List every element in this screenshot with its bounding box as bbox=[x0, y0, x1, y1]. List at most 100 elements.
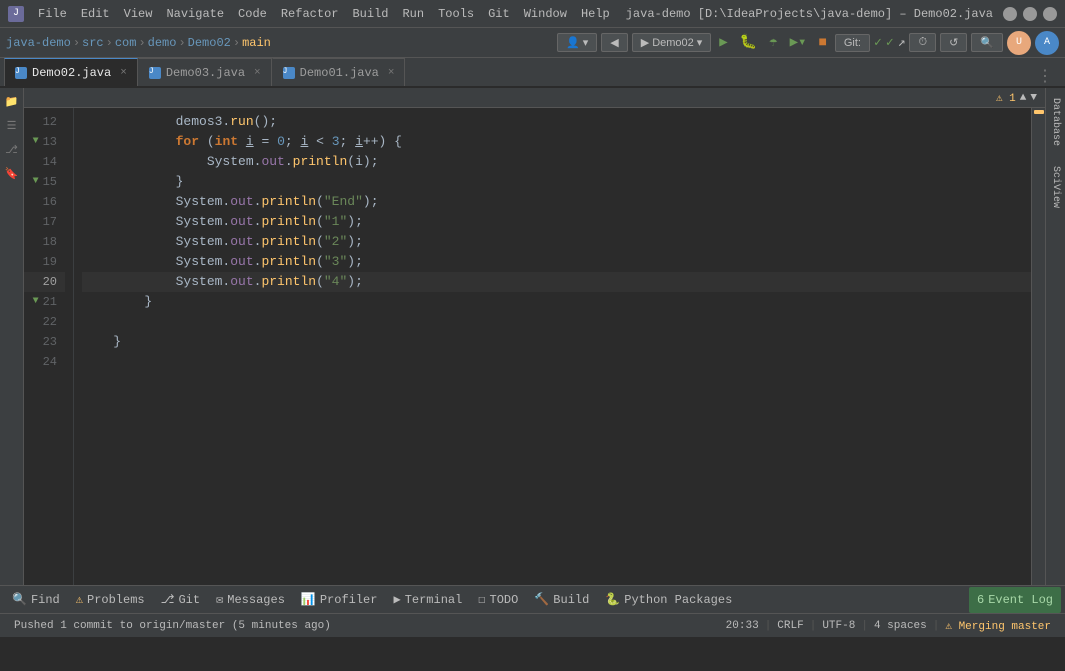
messages-icon: ✉ bbox=[216, 592, 223, 607]
window-title: java-demo [D:\IdeaProjects\java-demo] – … bbox=[616, 7, 1003, 21]
code-line-16: System.out.println("End"); bbox=[82, 192, 1031, 212]
event-log-count: 6 bbox=[977, 593, 984, 607]
event-log-button[interactable]: 6 Event Log bbox=[969, 587, 1061, 613]
menu-run[interactable]: Run bbox=[396, 5, 430, 23]
tab-demo03[interactable]: J Demo03.java × bbox=[138, 58, 272, 86]
status-charset[interactable]: UTF-8 bbox=[816, 620, 861, 632]
code-line-22 bbox=[82, 312, 1031, 332]
run-more-button[interactable]: ▶▾ bbox=[786, 34, 811, 51]
tool-python[interactable]: 🐍 Python Packages bbox=[597, 587, 740, 613]
menu-file[interactable]: File bbox=[32, 5, 73, 23]
debug-button[interactable]: 🐛 bbox=[736, 34, 761, 51]
minimize-button[interactable] bbox=[1003, 7, 1017, 21]
line-num-19: 19 bbox=[24, 252, 65, 272]
status-position[interactable]: 20:33 bbox=[720, 620, 765, 632]
menu-bar[interactable]: File Edit View Navigate Code Refactor Bu… bbox=[32, 5, 616, 23]
tool-messages[interactable]: ✉ Messages bbox=[208, 587, 293, 613]
tool-terminal[interactable]: ▶ Terminal bbox=[385, 587, 470, 613]
menu-view[interactable]: View bbox=[118, 5, 159, 23]
todo-icon: ☐ bbox=[478, 592, 485, 607]
sidebar-icon-project[interactable]: 📁 bbox=[2, 92, 22, 112]
tool-git[interactable]: ⎇ Git bbox=[153, 587, 208, 613]
code-line-12: demos3.run(); bbox=[82, 112, 1031, 132]
code-content[interactable]: demos3.run(); for (int i = 0; i < 3; i++… bbox=[74, 108, 1031, 585]
tabs-row: J Demo02.java × J Demo03.java × J Demo01… bbox=[0, 58, 1065, 88]
run-button[interactable]: ▶ bbox=[715, 34, 731, 51]
fold-icon-21[interactable]: ▼ bbox=[33, 292, 39, 312]
status-indent[interactable]: 4 spaces bbox=[868, 620, 933, 632]
breadcrumb-com[interactable]: com bbox=[115, 36, 137, 50]
menu-build[interactable]: Build bbox=[346, 5, 394, 23]
title-bar: J File Edit View Navigate Code Refactor … bbox=[0, 0, 1065, 28]
right-panel-sciview[interactable]: SciView bbox=[1048, 160, 1063, 214]
warning-expand[interactable]: ▲ bbox=[1020, 92, 1027, 104]
sidebar-icon-structure[interactable]: ☰ bbox=[2, 116, 22, 136]
menu-window[interactable]: Window bbox=[518, 5, 573, 23]
vcs-button[interactable]: 👤 ▾ bbox=[557, 33, 597, 52]
maximize-button[interactable] bbox=[1023, 7, 1037, 21]
warning-collapse[interactable]: ▼ bbox=[1030, 92, 1037, 104]
tool-todo-label: TODO bbox=[490, 593, 519, 607]
search-button[interactable]: 🔍 bbox=[971, 33, 1003, 52]
tab-demo01[interactable]: J Demo01.java × bbox=[272, 58, 406, 86]
code-line-20: System.out.println("4"); bbox=[82, 272, 1031, 292]
run-coverage-button[interactable]: ☂ bbox=[765, 34, 781, 51]
status-git-message[interactable]: Pushed 1 commit to origin/master (5 minu… bbox=[8, 620, 337, 632]
sidebar-icon-bookmarks[interactable]: 🔖 bbox=[2, 164, 22, 184]
close-button[interactable] bbox=[1043, 7, 1057, 21]
menu-refactor[interactable]: Refactor bbox=[275, 5, 345, 23]
breadcrumb-demo[interactable]: demo bbox=[148, 36, 177, 50]
tab-label-demo03: Demo03.java bbox=[166, 66, 245, 80]
tab-close-demo02[interactable]: × bbox=[120, 67, 127, 79]
git-branch[interactable]: ↗ bbox=[898, 35, 906, 50]
warning-badge[interactable]: ⚠ 1 bbox=[996, 91, 1016, 105]
tool-find[interactable]: 🔍 Find bbox=[4, 587, 68, 613]
history-button[interactable]: ⏱ bbox=[909, 33, 936, 52]
tabs-more-button[interactable]: ⋮ bbox=[1029, 66, 1061, 86]
assistant-avatar[interactable]: A bbox=[1035, 31, 1059, 55]
menu-git[interactable]: Git bbox=[482, 5, 516, 23]
tool-todo[interactable]: ☐ TODO bbox=[470, 587, 526, 613]
user-avatar[interactable]: U bbox=[1007, 31, 1031, 55]
menu-help[interactable]: Help bbox=[575, 5, 616, 23]
tool-python-label: Python Packages bbox=[624, 593, 732, 607]
window-controls[interactable] bbox=[1003, 7, 1057, 21]
undo-button[interactable]: ↺ bbox=[940, 33, 967, 52]
tool-problems[interactable]: ⚠ Problems bbox=[68, 587, 153, 613]
menu-code[interactable]: Code bbox=[232, 5, 273, 23]
breadcrumb-file[interactable]: Demo02 bbox=[188, 36, 231, 50]
run-config-dropdown[interactable]: ▶ Demo02 ▾ bbox=[632, 33, 712, 52]
toolbar: java-demo › src › com › demo › Demo02 › … bbox=[0, 28, 1065, 58]
stop-button[interactable]: ■ bbox=[814, 35, 830, 51]
tab-close-demo01[interactable]: × bbox=[388, 67, 395, 79]
git-checkmark1[interactable]: ✓ bbox=[874, 35, 882, 50]
menu-tools[interactable]: Tools bbox=[432, 5, 480, 23]
tab-label-demo01: Demo01.java bbox=[300, 66, 379, 80]
code-line-13: for (int i = 0; i < 3; i++) { bbox=[82, 132, 1031, 152]
git-label[interactable]: Git: bbox=[835, 34, 870, 52]
tool-profiler[interactable]: 📊 Profiler bbox=[293, 587, 386, 613]
right-panel-database[interactable]: Database bbox=[1048, 92, 1063, 152]
breadcrumb-method[interactable]: main bbox=[242, 36, 271, 50]
fold-icon-13[interactable]: ▼ bbox=[33, 132, 39, 152]
editor-scrollbar[interactable] bbox=[1031, 108, 1045, 585]
tool-problems-label: Problems bbox=[87, 593, 145, 607]
breadcrumb-src[interactable]: src bbox=[82, 36, 104, 50]
back-button[interactable]: ◀ bbox=[601, 33, 627, 52]
menu-edit[interactable]: Edit bbox=[75, 5, 116, 23]
right-sidebar: Database SciView bbox=[1045, 88, 1065, 585]
git-checkmark2[interactable]: ✓ bbox=[886, 35, 894, 50]
breadcrumb-project[interactable]: java-demo bbox=[6, 36, 71, 50]
menu-navigate[interactable]: Navigate bbox=[160, 5, 230, 23]
tab-close-demo03[interactable]: × bbox=[254, 67, 261, 79]
title-bar-left: J File Edit View Navigate Code Refactor … bbox=[8, 5, 616, 23]
tab-demo02[interactable]: J Demo02.java × bbox=[4, 58, 138, 86]
tool-git-label: Git bbox=[178, 593, 200, 607]
status-line-ending[interactable]: CRLF bbox=[771, 620, 809, 632]
tool-build-label: Build bbox=[553, 593, 589, 607]
sidebar-icon-commit[interactable]: ⎇ bbox=[2, 140, 22, 160]
fold-icon-15[interactable]: ▼ bbox=[33, 172, 39, 192]
status-warning[interactable]: ⚠ Merging master bbox=[939, 619, 1057, 633]
scroll-warning-marker bbox=[1034, 110, 1044, 114]
tool-build[interactable]: 🔨 Build bbox=[526, 587, 597, 613]
